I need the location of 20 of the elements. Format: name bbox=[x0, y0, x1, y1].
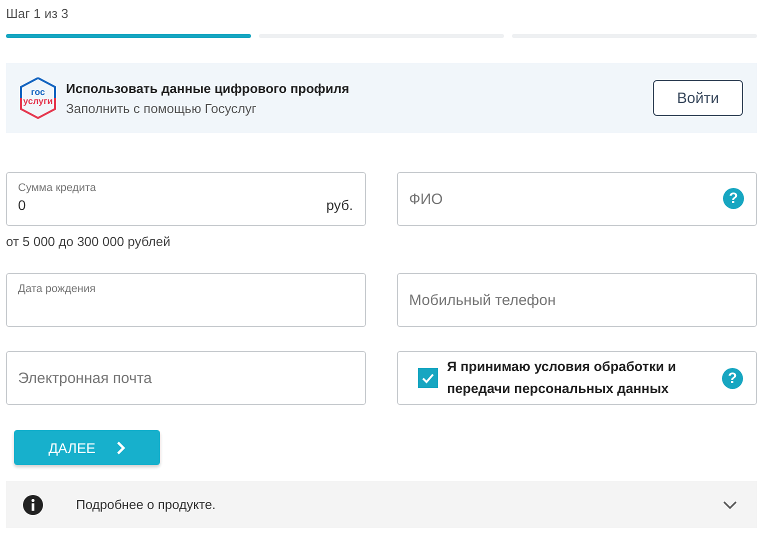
input-field[interactable]: Дата рождения bbox=[6, 273, 366, 327]
chevron-icon bbox=[723, 500, 737, 508]
input-field[interactable]: Сумма кредита 0 руб. bbox=[6, 172, 366, 226]
checkbox[interactable] bbox=[418, 368, 438, 388]
field-label: Дата рождения bbox=[18, 283, 97, 295]
input-field[interactable]: Электронная почта bbox=[6, 351, 366, 405]
field-hint: от 5 000 до 300 000 рублей bbox=[6, 234, 172, 249]
unit-label: руб. bbox=[326, 197, 353, 213]
chevron-right-icon bbox=[116, 440, 126, 454]
info-text: Подробнее о продукте. bbox=[76, 497, 217, 512]
field-label: Сумма кредита bbox=[18, 182, 98, 194]
consent-label: Я принимаю условия обработки и передачи персональных данных bbox=[447, 358, 678, 398]
banner-title: Использовать данные цифрового профиля bbox=[66, 80, 350, 96]
info-bar[interactable]: Подробнее о продукте. bbox=[6, 481, 757, 528]
input-field[interactable]: Мобильный телефон bbox=[397, 273, 757, 327]
gosuslugi-logo: гос услуги bbox=[18, 76, 58, 120]
info-icon bbox=[23, 494, 43, 514]
step-label: Шаг 1 из 3 bbox=[6, 6, 70, 23]
banner-subtitle: Заполнить с помощью Госуслуг bbox=[66, 100, 258, 116]
login-button[interactable]: Войти bbox=[653, 80, 743, 116]
